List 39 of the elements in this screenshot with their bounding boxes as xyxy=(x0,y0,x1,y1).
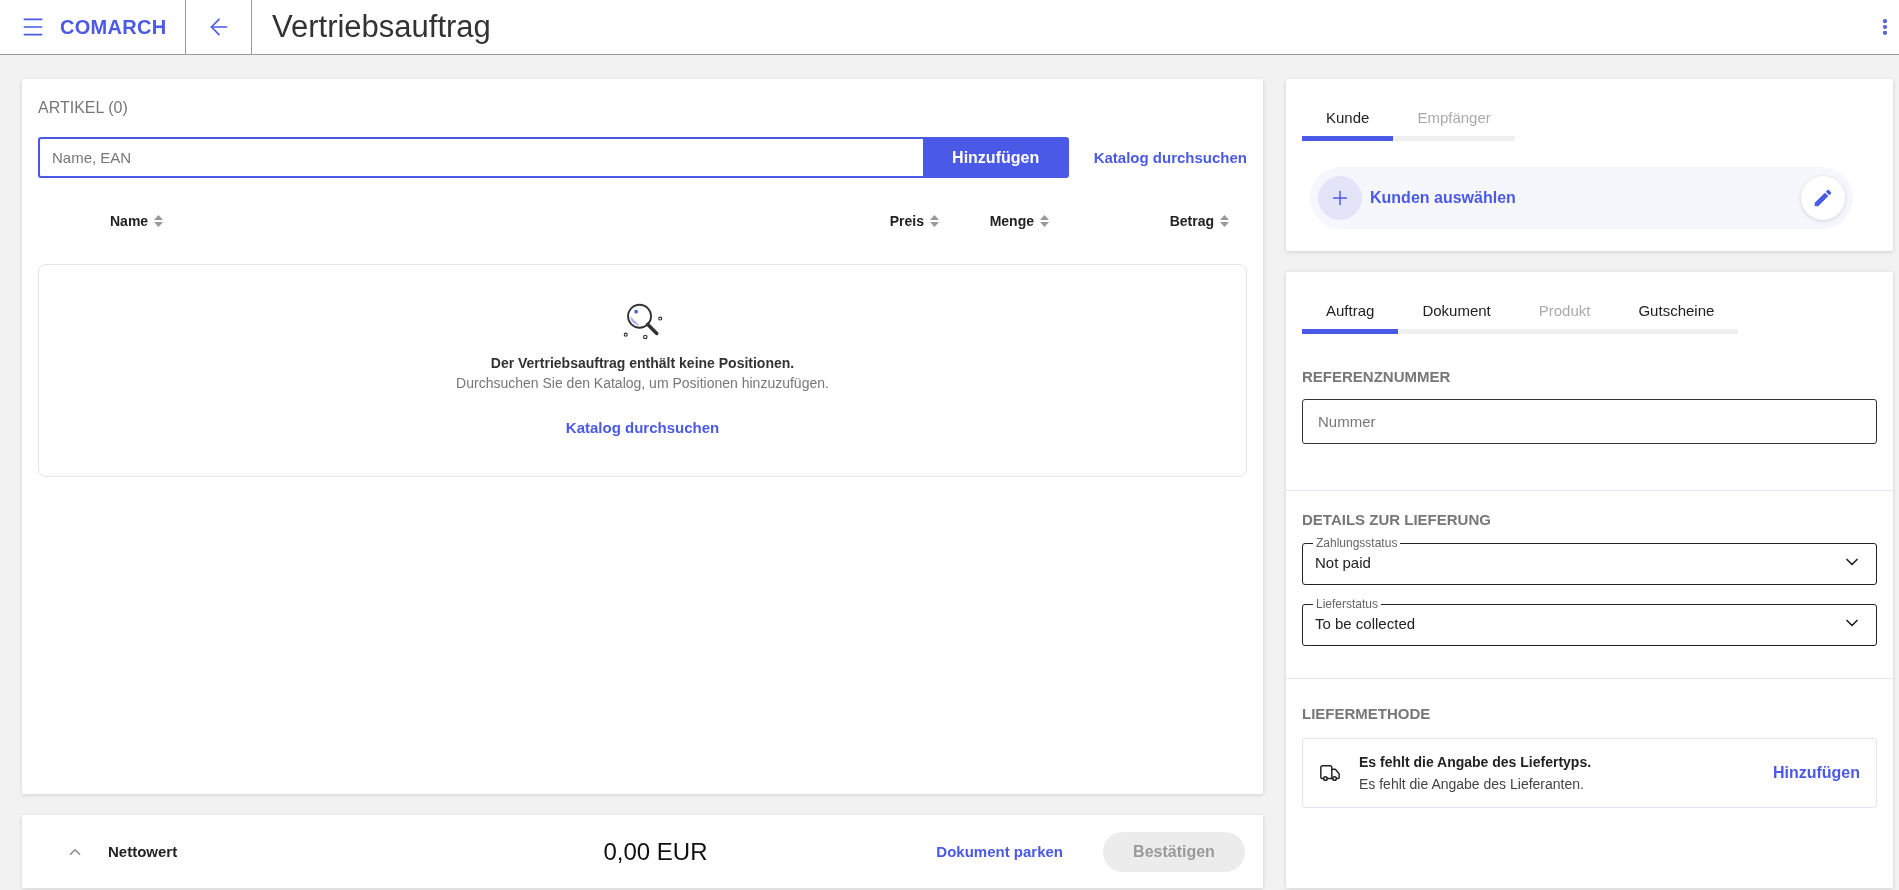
column-header[interactable]: Betrag xyxy=(1169,213,1214,229)
truck-icon xyxy=(1319,762,1341,784)
tab[interactable]: Gutscheine xyxy=(1614,294,1739,334)
select-customer-link[interactable]: Kunden auswählen xyxy=(1370,189,1516,207)
sort-icon[interactable] xyxy=(1220,215,1229,227)
section-heading: LIEFERMETHODE xyxy=(1302,705,1432,722)
net-value-label: Nettowert xyxy=(108,843,178,860)
sort-icon[interactable] xyxy=(930,215,939,227)
supplier-message: Es fehlt die Angabe des Lieferanten. xyxy=(1359,776,1585,792)
customer-select-bar[interactable]: Kunden auswählen xyxy=(1310,167,1853,229)
reference-number-field[interactable]: Nummer xyxy=(1302,399,1877,444)
net-amount: 0,00 EUR xyxy=(603,837,708,866)
tab[interactable]: Dokument xyxy=(1398,294,1515,334)
add-link[interactable]: Hinzufügen xyxy=(1772,764,1860,782)
pencil-icon[interactable] xyxy=(1812,187,1834,209)
sort-icon[interactable] xyxy=(1040,215,1049,227)
column-header[interactable]: Name xyxy=(110,213,149,229)
column-header[interactable]: Preis xyxy=(889,213,924,229)
search-field[interactable]: Name, EAN xyxy=(38,137,923,178)
park-document-link[interactable]: Dokument parken xyxy=(936,843,1063,860)
status-select[interactable]: Zahlungsstatus Not paid xyxy=(1302,536,1877,585)
section-heading: REFERENZNUMMER xyxy=(1302,368,1452,385)
section-heading: ARTIKEL (0) xyxy=(38,99,129,117)
delivery-type-message: Es fehlt die Angabe des Liefertyps. xyxy=(1359,754,1593,770)
empty-state-hint: Durchsuchen Sie den Katalog, um Positionen hinzuzufügen. xyxy=(456,375,829,391)
section-heading: DETAILS ZUR LIEFERUNG xyxy=(1302,511,1492,528)
status-select[interactable]: Lieferstatus To be collected xyxy=(1302,597,1877,646)
catalog-link[interactable]: Katalog durchsuchen xyxy=(565,419,720,436)
tab[interactable]: Auftrag xyxy=(1302,294,1399,334)
plus-icon[interactable] xyxy=(1318,176,1362,220)
empty-state-title: Der Vertriebsauftrag enthält keine Positionen. xyxy=(490,355,795,371)
sort-icon[interactable] xyxy=(154,215,164,227)
edit-button[interactable] xyxy=(1801,176,1845,220)
catalog-link[interactable]: Katalog durchsuchen xyxy=(1093,148,1247,166)
logo: COMARCH xyxy=(60,15,167,39)
add-button[interactable]: Hinzufügen xyxy=(922,137,1069,178)
page-title: Vertriebsauftrag xyxy=(272,9,491,45)
column-header[interactable]: Menge xyxy=(989,213,1034,229)
tab[interactable]: Kunde xyxy=(1302,101,1394,141)
